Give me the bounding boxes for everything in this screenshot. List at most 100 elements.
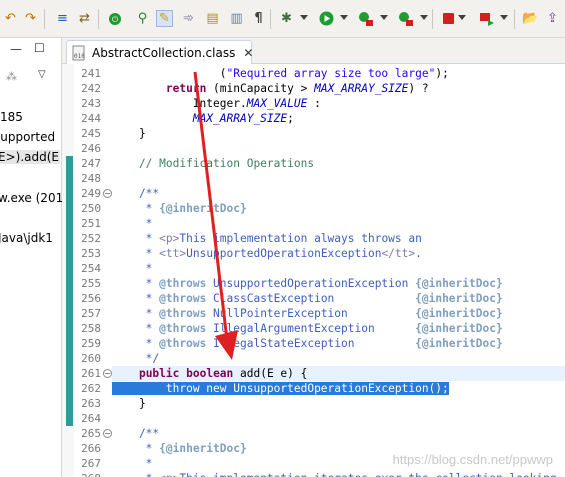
fold-toggle-icon[interactable]: − bbox=[103, 369, 112, 378]
line-number: 241 bbox=[81, 67, 101, 80]
stack-frame-item-selected[interactable]: E>).add(E) bbox=[0, 150, 60, 164]
editor-tab-bar: 010 AbstractCollection.class ✕ bbox=[62, 38, 565, 64]
line-number: 242 bbox=[81, 82, 101, 95]
line-number: 255 bbox=[81, 277, 101, 290]
toolbar-separator bbox=[432, 9, 433, 29]
toolbar-separator bbox=[98, 9, 99, 29]
stack-frame-item[interactable]: supported bbox=[0, 130, 55, 144]
stop-icon[interactable] bbox=[440, 10, 457, 27]
next-annotation-icon[interactable]: ↷ bbox=[22, 10, 39, 27]
chevron-down-icon[interactable] bbox=[500, 15, 508, 20]
toolbar-separator bbox=[44, 9, 45, 29]
chevron-down-icon[interactable] bbox=[380, 15, 388, 20]
tab-title: AbstractCollection.class bbox=[92, 45, 236, 60]
line-number: 254 bbox=[81, 262, 101, 275]
show-whitespace-icon[interactable]: ¶ bbox=[250, 10, 267, 27]
code-editor[interactable]: 241 242 243 244 245 246 247 248 249−250 251 252 253… bbox=[62, 64, 565, 477]
code-line[interactable]: * bbox=[112, 261, 565, 276]
code-line[interactable]: * @throws UnsupportedOperationException … bbox=[112, 276, 565, 291]
chevron-down-icon[interactable] bbox=[458, 15, 466, 20]
code-line[interactable]: * <p>This implementation always throws a… bbox=[112, 231, 565, 246]
line-number: 264 bbox=[81, 412, 101, 425]
debug-view-panel: — ☐ ⁂ ▽ 185 supported E>).add(E) w.exe (… bbox=[0, 38, 63, 477]
fold-toggle-icon[interactable]: − bbox=[103, 429, 112, 438]
code-line[interactable]: // Modification Operations bbox=[112, 156, 565, 171]
code-line[interactable]: * @throws ClassCastException {@inheritDo… bbox=[112, 291, 565, 306]
line-number: 252 bbox=[81, 232, 101, 245]
code-line[interactable]: MAX_ARRAY_SIZE; bbox=[112, 111, 565, 126]
debug-icon[interactable]: ✱ bbox=[278, 10, 295, 27]
line-number: 247 bbox=[81, 157, 101, 170]
main-toolbar: ↶ ↷ ≡ ⇄ ⏻ ⚲ ✎ ➾ ▤ ▥ ¶ ✱ 📂 ⇪ bbox=[0, 0, 565, 38]
line-number: 263 bbox=[81, 397, 101, 410]
code-line[interactable]: * <tt>UnsupportedOperationException</tt>… bbox=[112, 246, 565, 261]
line-number: 243 bbox=[81, 97, 101, 110]
class-file-icon: 010 bbox=[71, 45, 87, 61]
minimize-icon[interactable]: — bbox=[10, 42, 22, 56]
code-line[interactable]: ("Required array size too large"); bbox=[112, 66, 565, 81]
code-line[interactable]: * <p>This implementation iterates over t… bbox=[112, 471, 565, 477]
thread-icon: ⁂ bbox=[6, 70, 17, 83]
show-list-icon[interactable]: ▥ bbox=[228, 10, 245, 27]
code-line[interactable]: } bbox=[112, 126, 565, 141]
open-task-icon[interactable]: ➾ bbox=[180, 10, 197, 27]
coverage-marker bbox=[66, 156, 73, 426]
open-folder-icon[interactable]: ⇪ bbox=[544, 10, 561, 27]
run-external-icon[interactable] bbox=[357, 10, 374, 27]
code-line[interactable]: * @throws IllegalArgumentException {@inh… bbox=[112, 321, 565, 336]
toggle-comment-icon[interactable]: ≡ bbox=[54, 10, 71, 27]
code-line[interactable]: */ bbox=[112, 351, 565, 366]
code-line[interactable]: Integer.MAX_VALUE : bbox=[112, 96, 565, 111]
code-line[interactable] bbox=[112, 411, 565, 426]
code-line[interactable]: } bbox=[112, 396, 565, 411]
skip-breakpoints-icon[interactable]: ⏻ bbox=[106, 10, 123, 27]
line-number: 250 bbox=[81, 202, 101, 215]
mark-occurrences-icon[interactable]: ✎ bbox=[156, 10, 173, 27]
line-number: 260 bbox=[81, 352, 101, 365]
code-line[interactable]: /** bbox=[112, 186, 565, 201]
line-number: 248 bbox=[81, 172, 101, 185]
chevron-down-icon[interactable] bbox=[340, 15, 348, 20]
code-line[interactable]: public boolean add(E e) { bbox=[112, 366, 565, 381]
fold-toggle-icon[interactable]: − bbox=[103, 189, 112, 198]
line-number: 257 bbox=[81, 307, 101, 320]
coverage-icon[interactable] bbox=[397, 10, 414, 27]
chevron-down-icon[interactable] bbox=[420, 15, 428, 20]
line-number: 259 bbox=[81, 337, 101, 350]
code-line[interactable] bbox=[112, 171, 565, 186]
code-line[interactable]: /** bbox=[112, 426, 565, 441]
terminate-icon[interactable] bbox=[478, 10, 495, 27]
line-number: 267 bbox=[81, 457, 101, 470]
overview-ruler bbox=[62, 64, 74, 477]
open-type-icon[interactable]: ⇄ bbox=[76, 10, 93, 27]
show-list-icon[interactable]: ▤ bbox=[204, 10, 221, 27]
new-folder-icon[interactable]: 📂 bbox=[522, 10, 539, 27]
toolbar-separator bbox=[514, 9, 515, 29]
code-area[interactable]: ("Required array size too large"); retur… bbox=[112, 64, 565, 477]
pin-icon[interactable]: ⚲ bbox=[134, 10, 151, 27]
refresh-arrow-icon[interactable]: ↶ bbox=[2, 10, 19, 27]
stack-frame-item[interactable]: 185 bbox=[0, 110, 23, 124]
view-menu-icon[interactable]: ▽ bbox=[38, 69, 46, 80]
tab-abstract-collection[interactable]: 010 AbstractCollection.class ✕ bbox=[66, 40, 253, 64]
code-line[interactable]: * bbox=[112, 216, 565, 231]
maximize-icon[interactable]: ☐ bbox=[34, 41, 45, 55]
jvm-path-item[interactable]: Java\jdk1 bbox=[0, 231, 53, 245]
run-icon[interactable] bbox=[318, 10, 335, 27]
line-number: 245 bbox=[81, 127, 101, 140]
code-line[interactable]: * @throws IllegalStateException {@inheri… bbox=[112, 336, 565, 351]
line-number: 262 bbox=[81, 382, 101, 395]
line-number: 266 bbox=[81, 442, 101, 455]
close-icon[interactable]: ✕ bbox=[243, 46, 253, 60]
line-number: 251 bbox=[81, 217, 101, 230]
code-line[interactable]: * @throws NullPointerException {@inherit… bbox=[112, 306, 565, 321]
process-item[interactable]: w.exe (201 bbox=[0, 191, 63, 205]
code-line[interactable]: throw new UnsupportedOperationException(… bbox=[112, 381, 565, 396]
toolbar-separator bbox=[270, 9, 271, 29]
line-number-gutter: 241 242 243 244 245 246 247 248 249−250 251 252 253… bbox=[74, 64, 112, 477]
code-line[interactable]: * {@inheritDoc} bbox=[112, 201, 565, 216]
watermark: https://blog.csdn.net/ppwwp bbox=[392, 452, 553, 467]
code-line[interactable] bbox=[112, 141, 565, 156]
chevron-down-icon[interactable] bbox=[300, 15, 308, 20]
code-line[interactable]: return (minCapacity > MAX_ARRAY_SIZE) ? bbox=[112, 81, 565, 96]
